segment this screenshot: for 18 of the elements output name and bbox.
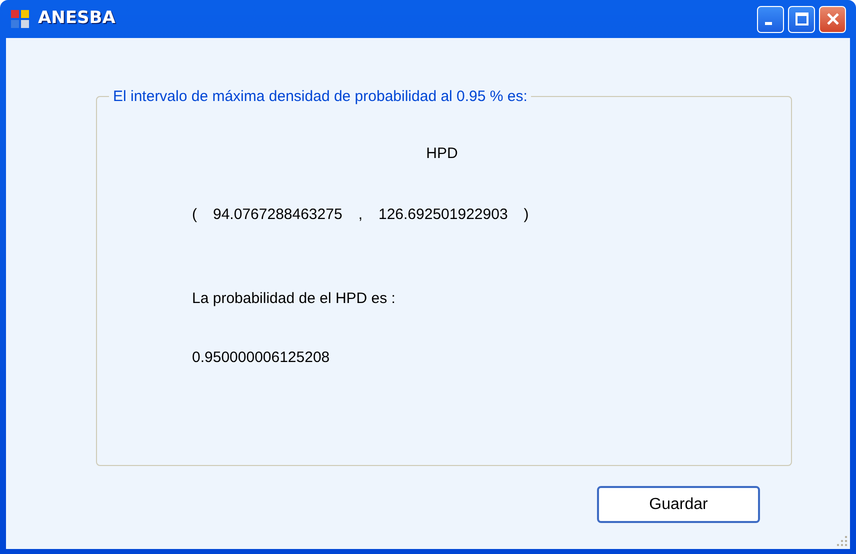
probability-value: 0.950000006125208 [192,348,330,366]
separator: , [358,204,362,224]
close-button[interactable] [819,6,846,32]
upper-bound: 126.692501922903 [378,204,508,224]
hpd-heading: HPD [426,145,458,162]
app-icon [10,9,30,29]
maximize-button[interactable] [788,6,815,32]
resize-grip-icon[interactable] [836,535,848,547]
minimize-button[interactable] [757,6,784,32]
lower-bound: 94.0767288463275 [213,204,342,224]
minimize-icon [765,22,772,25]
save-button[interactable]: Guardar [597,486,760,523]
probability-label: La probabilidad de el HPD es : [192,290,396,307]
window-title: ANESBA [38,7,116,30]
close-icon [826,12,840,26]
bracket: ( [192,204,197,224]
maximize-icon [794,12,808,26]
bracket: ) [524,204,529,224]
